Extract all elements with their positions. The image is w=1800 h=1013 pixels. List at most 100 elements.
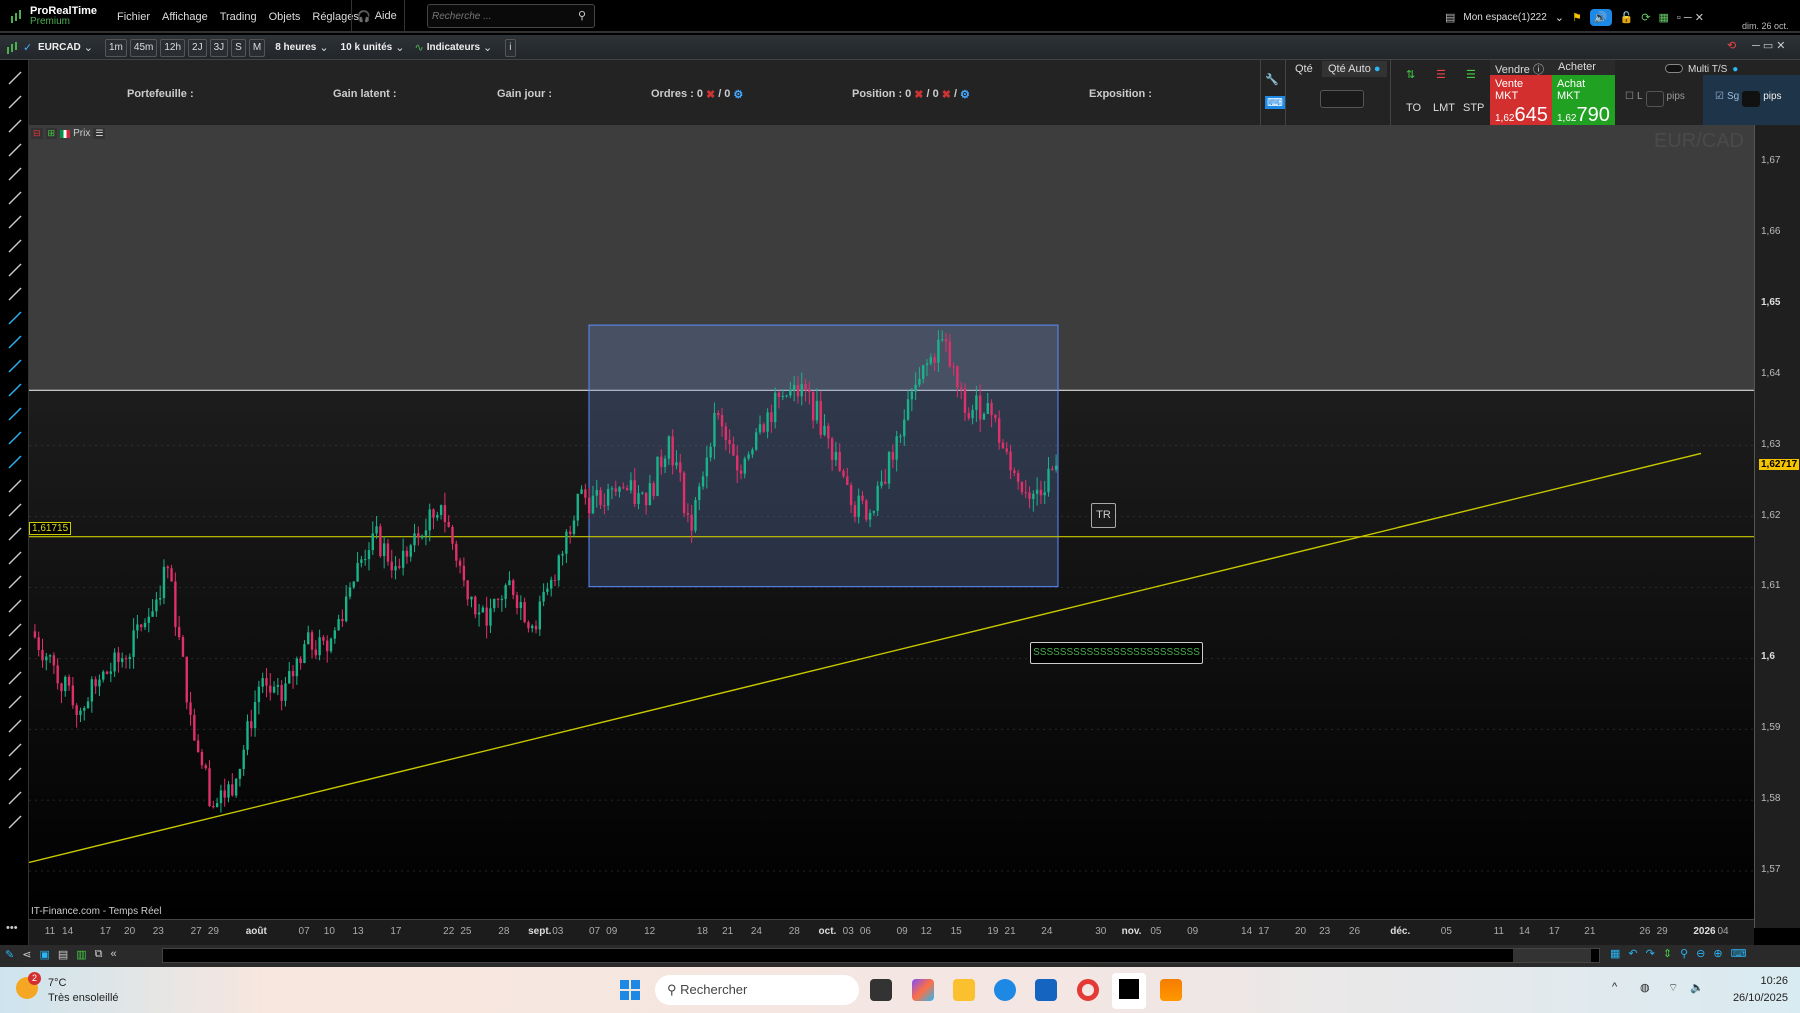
stop-order-button[interactable]: STP bbox=[1463, 102, 1484, 114]
instrument-select[interactable]: EURCAD bbox=[38, 42, 81, 53]
zoom-out-icon[interactable]: ⊟ bbox=[31, 128, 43, 139]
circle-icon[interactable] bbox=[0, 618, 29, 642]
menu-objets[interactable]: Objets bbox=[269, 11, 301, 23]
sg-pips-input[interactable] bbox=[1742, 91, 1761, 107]
workspace-dropdown[interactable]: Mon espace(1)222 bbox=[1463, 12, 1546, 23]
keyboard-icon[interactable]: ⌨ bbox=[1731, 947, 1747, 960]
arc-icon[interactable] bbox=[0, 690, 29, 714]
date-axis[interactable]: 11 14 17 20 23 27 29 août 07 10 13 17 22 25 28 sept. 03 0… bbox=[29, 919, 1754, 945]
close-position-icon[interactable]: ✖ bbox=[942, 88, 951, 101]
settings-gears-icon[interactable]: ⚙ bbox=[733, 88, 743, 101]
undo-icon[interactable]: ↶ bbox=[1628, 947, 1637, 960]
tf-s[interactable]: S bbox=[231, 38, 246, 57]
chat-icon[interactable]: ▣ bbox=[39, 948, 49, 961]
horizontal-levels-icon[interactable] bbox=[0, 522, 29, 546]
help-button[interactable]: 🎧 Aide bbox=[357, 10, 397, 23]
check-icon[interactable] bbox=[0, 762, 29, 786]
calendar-icon[interactable]: ▦ bbox=[1610, 947, 1620, 960]
to-order-icon[interactable]: ⇅ bbox=[1406, 68, 1415, 81]
refresh-icon[interactable]: ⟲ bbox=[1727, 39, 1736, 52]
taskbar-search[interactable]: ⚲ Rechercher bbox=[655, 975, 859, 1005]
to-order-button[interactable]: TO bbox=[1406, 102, 1421, 114]
vertical-line-icon[interactable] bbox=[0, 210, 29, 234]
chevron-down-icon[interactable]: ⌄ bbox=[84, 41, 93, 54]
price-label[interactable]: Prix bbox=[73, 128, 90, 139]
horizontal-scrollbar[interactable] bbox=[162, 948, 1600, 963]
l-checkbox[interactable]: ☐ bbox=[1625, 91, 1634, 107]
prorealtime-taskbar-item[interactable] bbox=[1112, 973, 1146, 1009]
price-axis[interactable]: 1,67 1,66 1,65 1,64 1,63 1,62 1,61 1,6 1,59 1,58 1… bbox=[1754, 125, 1800, 928]
vlc-icon[interactable] bbox=[1160, 979, 1182, 1001]
chevron-down-icon[interactable]: ⌄ bbox=[483, 41, 492, 54]
link-check-icon[interactable]: ✓ bbox=[23, 41, 35, 54]
stop-order-icon[interactable]: ☰ bbox=[1466, 68, 1476, 81]
lock-icon[interactable]: 🔓 bbox=[1620, 11, 1634, 24]
zoom-vertical-icon[interactable]: ⚲ bbox=[1680, 947, 1688, 960]
limit-order-button[interactable]: LMT bbox=[1433, 102, 1455, 114]
ellipse-icon[interactable] bbox=[0, 594, 29, 618]
tf-3j[interactable]: 3J bbox=[209, 38, 229, 57]
channel-icon[interactable] bbox=[0, 378, 29, 402]
search-input[interactable] bbox=[427, 4, 595, 28]
vertical-segment-icon[interactable] bbox=[0, 258, 29, 282]
tr-annotation[interactable]: TR bbox=[1091, 503, 1116, 528]
pattern-icon[interactable] bbox=[0, 402, 29, 426]
qty-tab[interactable]: Qté bbox=[1295, 63, 1313, 75]
fibonacci-fan-icon[interactable] bbox=[0, 306, 29, 330]
arrow-down-icon[interactable] bbox=[0, 738, 29, 762]
zigzag-icon[interactable] bbox=[0, 498, 29, 522]
multi-ts-toggle[interactable] bbox=[1665, 64, 1683, 73]
line-icon[interactable] bbox=[0, 66, 29, 90]
share-icon[interactable]: ⋖ bbox=[22, 948, 31, 961]
chevron-down-icon[interactable]: ⌄ bbox=[1555, 11, 1564, 24]
more-options-icon[interactable]: ••• bbox=[6, 922, 18, 934]
cross-circle-icon[interactable] bbox=[0, 642, 29, 666]
cross-icon[interactable] bbox=[0, 786, 29, 810]
arrow-up-icon[interactable] bbox=[0, 714, 29, 738]
angle-icon[interactable] bbox=[0, 330, 29, 354]
horizontal-line-icon[interactable] bbox=[0, 138, 29, 162]
pencil-icon[interactable] bbox=[0, 474, 29, 498]
save-icon[interactable]: ▤ bbox=[1445, 11, 1455, 24]
close-position-icon[interactable]: ✖ bbox=[914, 88, 923, 101]
limit-order-icon[interactable]: ☰ bbox=[1436, 68, 1446, 81]
menu-affichage[interactable]: Affichage bbox=[162, 11, 208, 23]
sound-icon[interactable]: 🔊 bbox=[1589, 9, 1612, 26]
keyboard-icon[interactable]: ⌨ bbox=[1265, 96, 1285, 109]
price-chart[interactable]: ⊟ ⊞ Prix ☰ EUR/CAD 1,61715 TR SSSSSSSSSS… bbox=[29, 125, 1754, 919]
abc-wave-icon[interactable] bbox=[0, 450, 29, 474]
chart-canvas[interactable] bbox=[29, 125, 1754, 919]
flag-icon[interactable]: ⚑ bbox=[1572, 11, 1582, 24]
sg-checkbox[interactable]: ☑ bbox=[1715, 91, 1724, 107]
ray-icon[interactable] bbox=[0, 90, 29, 114]
edge-icon[interactable] bbox=[994, 979, 1016, 1001]
list-icon[interactable]: ☰ bbox=[93, 128, 106, 139]
sync-icon[interactable]: ⟳ bbox=[1641, 11, 1650, 24]
panel-window-controls[interactable]: ─ ▭ ✕ bbox=[1752, 39, 1786, 52]
tray-chevron-icon[interactable]: ^ bbox=[1612, 981, 1617, 993]
cancel-orders-icon[interactable]: ✖ bbox=[706, 88, 715, 101]
rhombus-icon[interactable] bbox=[0, 570, 29, 594]
calculator-icon[interactable]: ▦ bbox=[1659, 11, 1669, 24]
settings-gears-icon[interactable]: ⚙ bbox=[960, 88, 970, 101]
search-icon[interactable]: ⚲ bbox=[578, 9, 586, 22]
file-explorer-icon[interactable] bbox=[953, 979, 975, 1001]
zoom-in-icon[interactable]: ⊞ bbox=[45, 128, 58, 139]
collapse-icon[interactable]: « bbox=[111, 948, 117, 961]
wifi-icon[interactable]: ⌔ bbox=[1668, 981, 1678, 995]
zoom-in-icon[interactable]: ⊕ bbox=[1713, 947, 1722, 960]
volume-icon[interactable]: 🔈 bbox=[1690, 981, 1704, 994]
more-icon[interactable] bbox=[0, 810, 29, 834]
redo-icon[interactable]: ↷ bbox=[1646, 947, 1655, 960]
info-icon[interactable]: i bbox=[505, 38, 516, 57]
scrollbar-thumb[interactable] bbox=[1513, 949, 1591, 962]
half-line-icon[interactable] bbox=[0, 186, 29, 210]
chevron-down-icon[interactable]: ⌄ bbox=[395, 41, 404, 54]
triangle-icon[interactable] bbox=[0, 666, 29, 690]
elliott-wave-icon[interactable] bbox=[0, 426, 29, 450]
units-select[interactable]: 10 k unités bbox=[341, 42, 393, 53]
zoom-out-icon[interactable]: ⊖ bbox=[1696, 947, 1705, 960]
half-line-icon[interactable] bbox=[0, 162, 29, 186]
menu-fichier[interactable]: Fichier bbox=[117, 11, 150, 23]
text-annotation[interactable]: SSSSSSSSSSSSSSSSSSSSSSSSS bbox=[1030, 642, 1203, 664]
